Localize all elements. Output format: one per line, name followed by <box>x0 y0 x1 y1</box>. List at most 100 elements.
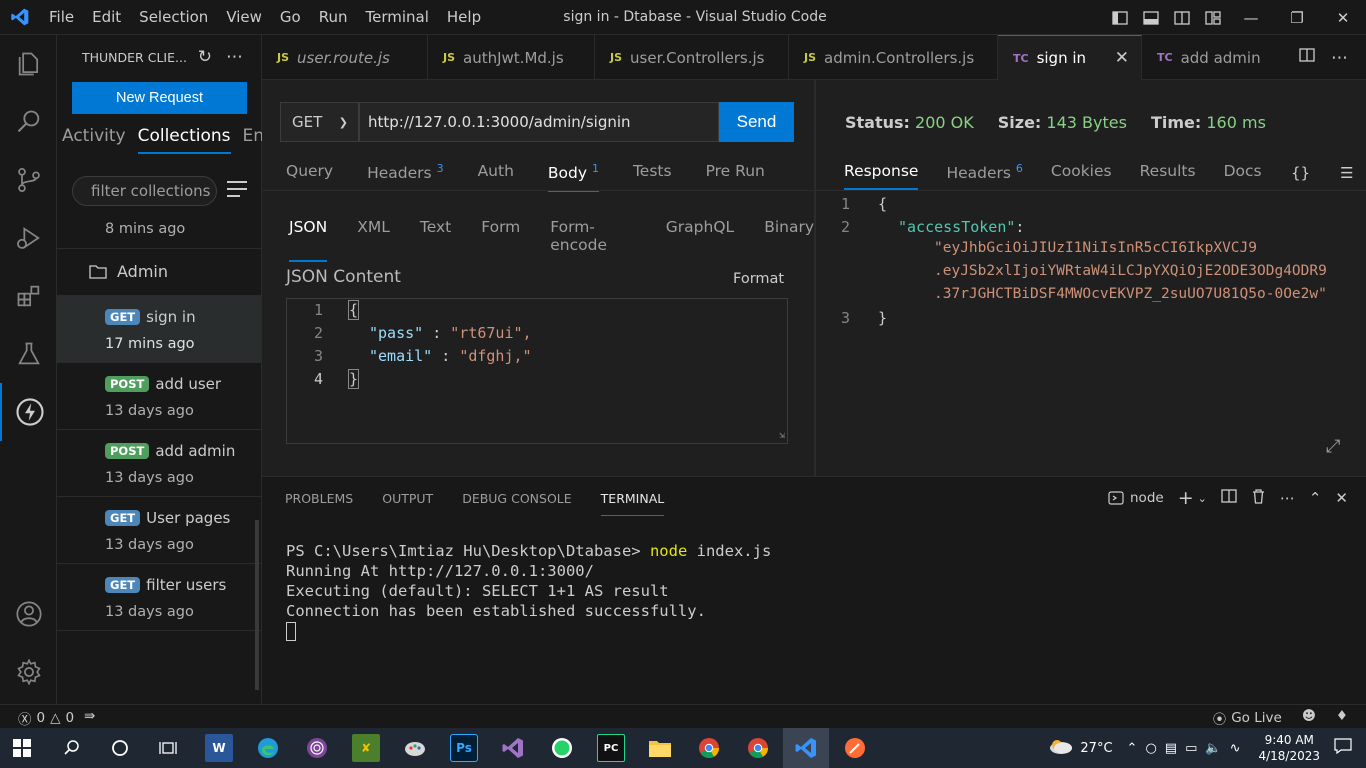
notifications-bell-icon[interactable]: ♦ <box>1336 708 1348 728</box>
extensions-icon[interactable] <box>0 267 57 325</box>
request-item-add-admin[interactable]: POST add admin 13 days ago <box>57 430 261 497</box>
tab-form[interactable]: Form <box>481 218 520 262</box>
json-body-editor[interactable]: 1 2 3 4 { "pass" : "rt67ui", "email" : "… <box>286 298 788 444</box>
tab-query[interactable]: Query <box>286 162 333 192</box>
tab-graphql[interactable]: GraphQL <box>666 218 734 262</box>
tab-headers[interactable]: Headers 3 <box>367 162 443 192</box>
tab-problems[interactable]: PROBLEMS <box>285 491 353 516</box>
expand-icon[interactable]: ⤢ <box>1326 436 1340 457</box>
postman-app-icon[interactable] <box>841 734 869 762</box>
source-control-icon[interactable] <box>0 151 57 209</box>
remote-icon[interactable]: ⇛ <box>84 708 95 728</box>
request-item-sign-in[interactable]: GET sign in 17 mins ago <box>57 296 261 363</box>
editor-more-icon[interactable]: ⋯ <box>1331 48 1348 68</box>
tab-body[interactable]: Body 1 <box>547 162 599 193</box>
tor-browser-icon[interactable] <box>303 734 331 762</box>
new-terminal-icon[interactable]: + <box>1178 487 1194 509</box>
temperature[interactable]: 27°C <box>1080 741 1112 756</box>
split-terminal-icon[interactable] <box>1221 488 1237 508</box>
chrome-profile-app-icon[interactable] <box>744 734 772 762</box>
menu-go[interactable]: Go <box>271 0 310 35</box>
format-button[interactable]: Format <box>733 271 784 287</box>
tab-binary[interactable]: Binary <box>764 218 814 262</box>
tab-user-route[interactable]: JS user.route.js <box>262 35 428 80</box>
tab-response-headers[interactable]: Headers 6 <box>946 162 1022 190</box>
settings-gear-icon[interactable] <box>0 643 57 701</box>
toggle-sidebar-icon[interactable] <box>1104 0 1135 35</box>
close-panel-icon[interactable]: ✕ <box>1335 489 1348 507</box>
volume-icon[interactable]: 🔈 <box>1205 741 1221 756</box>
tab-xml[interactable]: XML <box>357 218 390 262</box>
tab-form-encode[interactable]: Form-encode <box>550 218 636 262</box>
menu-view[interactable]: View <box>217 0 271 35</box>
vscode-app-icon[interactable] <box>792 734 820 762</box>
snipping-tool-icon[interactable]: ✘ <box>352 734 380 762</box>
explorer-icon[interactable] <box>0 35 57 93</box>
restore-icon[interactable]: ❐ <box>1274 0 1320 35</box>
search-icon[interactable] <box>0 93 57 151</box>
photoshop-app-icon[interactable]: Ps <box>450 734 478 762</box>
filter-collections-input[interactable]: filter collections <box>72 176 217 206</box>
split-editor-icon[interactable] <box>1299 47 1315 68</box>
tab-pre-run[interactable]: Pre Run <box>706 162 765 192</box>
word-app-icon[interactable]: W <box>205 734 233 762</box>
paint-app-icon[interactable] <box>401 734 429 762</box>
minimize-icon[interactable]: — <box>1228 0 1274 35</box>
tab-admin-controllers[interactable]: JS admin.Controllers.js <box>789 35 998 80</box>
request-item-filter-users[interactable]: GET filter users 13 days ago <box>57 564 261 631</box>
testing-icon[interactable] <box>0 325 57 383</box>
battery-icon[interactable]: ▭ <box>1185 741 1197 756</box>
menu-selection[interactable]: Selection <box>130 0 217 35</box>
sidebar-scrollbar[interactable] <box>255 520 259 690</box>
response-menu-icon[interactable]: ☰ <box>1340 164 1353 182</box>
tab-cookies[interactable]: Cookies <box>1051 162 1112 190</box>
taskbar-search-icon[interactable] <box>58 734 86 762</box>
menu-terminal[interactable]: Terminal <box>357 0 438 35</box>
panel-more-icon[interactable]: ⋯ <box>1280 489 1295 507</box>
notification-center-icon[interactable] <box>1334 738 1352 758</box>
feedback-icon[interactable]: ☻ <box>1302 708 1316 728</box>
task-view-icon[interactable] <box>154 734 182 762</box>
send-button[interactable]: Send <box>719 102 794 142</box>
thunder-client-icon[interactable] <box>0 383 57 441</box>
tab-user-controllers[interactable]: JS user.Controllers.js <box>595 35 789 80</box>
tab-response[interactable]: Response <box>844 162 919 191</box>
tab-docs[interactable]: Docs <box>1224 162 1262 190</box>
maximize-panel-icon[interactable]: ⌃ <box>1309 489 1322 507</box>
collection-menu-icon[interactable] <box>227 181 247 202</box>
accounts-icon[interactable] <box>0 585 57 643</box>
menu-run[interactable]: Run <box>310 0 357 35</box>
tab-debug-console[interactable]: DEBUG CONSOLE <box>462 491 571 516</box>
chrome-app-icon[interactable] <box>695 734 723 762</box>
terminal-output[interactable]: PS C:\Users\Imtiaz Hu\Desktop\Dtabase> n… <box>286 541 771 641</box>
tab-results[interactable]: Results <box>1140 162 1196 190</box>
go-live-button[interactable]: ⦿ Go Live <box>1213 708 1282 728</box>
tab-authjwt[interactable]: JS authJwt.Md.js <box>428 35 595 80</box>
cortana-icon[interactable] <box>106 734 134 762</box>
close-window-icon[interactable]: ✕ <box>1320 0 1366 35</box>
tab-text[interactable]: Text <box>420 218 451 262</box>
tab-sign-in[interactable]: TC sign in ✕ <box>998 35 1142 80</box>
terminal-selector[interactable]: node <box>1108 490 1164 506</box>
url-input[interactable]: http://127.0.0.1:3000/admin/signin <box>359 102 719 142</box>
kill-terminal-icon[interactable] <box>1251 488 1266 508</box>
tab-activity[interactable]: Activity <box>62 126 126 154</box>
tab-auth[interactable]: Auth <box>478 162 514 192</box>
tab-json[interactable]: JSON <box>289 218 328 262</box>
taskbar-clock[interactable]: 9:40 AM 4/18/2023 <box>1258 732 1320 764</box>
whatsapp-app-icon[interactable] <box>548 734 576 762</box>
more-actions-icon[interactable]: ⋯ <box>226 47 243 67</box>
tab-tests[interactable]: Tests <box>633 162 672 192</box>
tab-collections[interactable]: Collections <box>137 126 231 154</box>
edge-app-icon[interactable] <box>254 734 282 762</box>
tab-add-admin[interactable]: TC add admin <box>1142 35 1282 80</box>
windows-start-icon[interactable] <box>8 734 36 762</box>
visual-studio-app-icon[interactable] <box>499 734 527 762</box>
pycharm-app-icon[interactable]: PC <box>597 734 625 762</box>
folder-admin[interactable]: Admin <box>89 262 168 281</box>
menu-file[interactable]: File <box>40 0 83 35</box>
close-tab-icon[interactable]: ✕ <box>1115 48 1129 68</box>
new-request-button[interactable]: New Request <box>72 82 247 114</box>
chevron-down-icon[interactable]: ⌄ <box>1198 492 1207 505</box>
toggle-secondary-sidebar-icon[interactable] <box>1166 0 1197 35</box>
